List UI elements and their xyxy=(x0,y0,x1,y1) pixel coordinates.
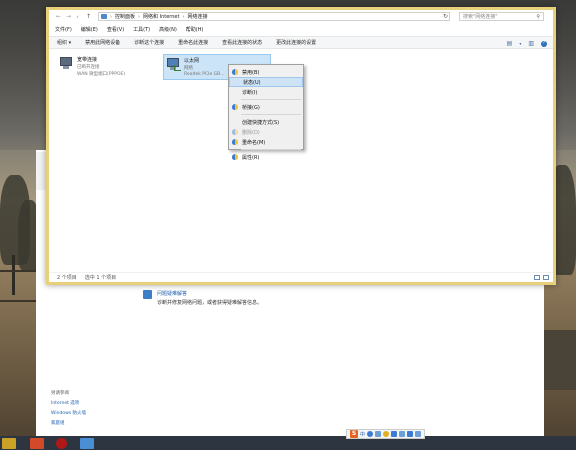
menu-separator xyxy=(241,149,301,150)
punctuation-icon[interactable] xyxy=(375,431,382,437)
forward-button[interactable]: → xyxy=(66,13,71,20)
broadband-connection-icon xyxy=(59,56,73,70)
emoji-icon[interactable] xyxy=(383,431,390,437)
tools-icon[interactable] xyxy=(415,431,422,437)
menu-item-delete: 删除(D) xyxy=(229,127,303,137)
keyboard-icon[interactable] xyxy=(399,431,406,437)
ethernet-connection-icon xyxy=(166,57,181,71)
breadcrumb-control-panel[interactable]: 控制面板 xyxy=(115,13,135,20)
menu-item-create-shortcut[interactable]: 创建快捷方式(S) xyxy=(229,117,303,127)
troubleshoot-link[interactable]: 问题疑难解答 xyxy=(157,290,187,297)
menu-item-disable[interactable]: 禁用(B) xyxy=(229,67,303,77)
organize-button[interactable]: 组织 ▾ xyxy=(57,39,71,46)
menu-edit[interactable]: 编辑(E) xyxy=(81,26,98,33)
building xyxy=(540,330,576,390)
taskbar-folder-button[interactable] xyxy=(2,438,16,449)
change-view-icon[interactable]: ▤ xyxy=(507,40,513,47)
troubleshoot-icon xyxy=(143,290,152,299)
menu-separator xyxy=(241,114,301,115)
preview-pane-icon[interactable]: ▥ xyxy=(528,40,534,47)
windows-firewall-link[interactable]: Windows 防火墙 xyxy=(51,410,86,416)
breadcrumb-network-internet[interactable]: 网络和 Internet xyxy=(143,13,179,20)
back-button[interactable]: ← xyxy=(56,13,61,20)
menu-separator xyxy=(241,99,301,100)
connection-name: 宽带连接 xyxy=(77,57,98,63)
search-input[interactable]: 搜索"网络连接" ⚲ xyxy=(459,12,544,21)
menu-item-status[interactable]: 状态(U) xyxy=(229,77,303,87)
up-button[interactable]: ↑ xyxy=(86,13,91,20)
connection-status: 网络 xyxy=(184,66,193,71)
item-count: 2 个项目 xyxy=(57,275,77,281)
menu-view[interactable]: 查看(V) xyxy=(107,26,124,33)
help-icon[interactable]: ? xyxy=(541,40,547,47)
menu-item-bridge[interactable]: 桥接(G) xyxy=(229,102,303,112)
uac-shield-icon xyxy=(232,154,238,160)
uac-shield-icon xyxy=(232,139,238,145)
disable-device-button[interactable]: 禁用此网络设备 xyxy=(85,39,120,46)
menu-item-properties[interactable]: 属性(R) xyxy=(229,152,303,162)
microphone-icon[interactable] xyxy=(391,431,398,437)
ime-logo-icon[interactable]: S xyxy=(350,430,358,438)
change-settings-button[interactable]: 更改此连接的设置 xyxy=(276,39,316,46)
control-panel-icon xyxy=(101,14,107,19)
large-icons-view-icon[interactable] xyxy=(543,275,549,280)
view-status-button[interactable]: 查看此连接的状态 xyxy=(222,39,262,46)
uac-shield-icon xyxy=(232,104,238,110)
diagnose-connection-button[interactable]: 诊断这个连接 xyxy=(134,39,164,46)
moon-icon[interactable] xyxy=(367,431,374,437)
ime-language[interactable]: 中 xyxy=(360,431,365,438)
address-bar-row: ← → ∨ ↑ › 控制面板 › 网络和 Internet › 网络连接 ↻ 搜… xyxy=(49,10,553,23)
menu-file[interactable]: 文件(F) xyxy=(55,26,72,33)
taskbar-window-button[interactable] xyxy=(80,438,94,449)
internet-options-link[interactable]: Internet 选项 xyxy=(51,400,79,406)
status-bar: 2 个项目 选中 1 个项目 xyxy=(49,272,553,282)
connection-device: Realtek PCIe GB... xyxy=(184,72,225,77)
search-icon[interactable]: ⚲ xyxy=(536,14,540,20)
context-menu: 禁用(B) 状态(U) 诊断(I) 桥接(G) 创建快捷方式(S) 删除(D) … xyxy=(228,64,304,161)
connection-item-broadband[interactable]: 宽带连接 已断开连接 WAN 微型端口(PPPOE) xyxy=(59,56,125,77)
details-view-icon[interactable] xyxy=(534,275,540,280)
system-tray: S 中 xyxy=(346,429,426,439)
homegroup-link[interactable]: 家庭组 xyxy=(51,420,65,426)
connection-device: WAN 微型端口(PPPOE) xyxy=(77,72,126,77)
breadcrumb-network-connections[interactable]: 网络连接 xyxy=(187,13,207,20)
uac-shield-icon xyxy=(232,69,238,75)
selected-count: 选中 1 个项目 xyxy=(84,275,117,281)
search-placeholder: 搜索"网络连接" xyxy=(463,14,498,20)
menu-item-diagnose[interactable]: 诊断(I) xyxy=(229,87,303,97)
menu-advanced[interactable]: 高级(N) xyxy=(159,26,177,33)
rename-connection-button[interactable]: 重命名此连接 xyxy=(178,39,208,46)
menu-tools[interactable]: 工具(T) xyxy=(133,26,150,33)
command-bar: 组织 ▾ 禁用此网络设备 诊断这个连接 重命名此连接 查看此连接的状态 更改此连… xyxy=(49,36,553,49)
menu-bar: 文件(F) 编辑(E) 查看(V) 工具(T) 高级(N) 帮助(H) xyxy=(49,24,553,34)
troubleshoot-description: 诊断并修复网络问题，或者获得疑难解答信息。 xyxy=(157,300,263,306)
taskbar-record-button[interactable] xyxy=(56,438,67,449)
refresh-icon[interactable]: ↻ xyxy=(443,13,448,20)
see-also-heading: 另请参阅 xyxy=(51,391,69,396)
shirt-icon[interactable] xyxy=(407,431,414,437)
menu-item-rename[interactable]: 重命名(M) xyxy=(229,137,303,147)
recent-locations-button[interactable]: ∨ xyxy=(76,13,79,20)
address-bar[interactable]: › 控制面板 › 网络和 Internet › 网络连接 xyxy=(98,12,450,21)
taskbar-app-button[interactable] xyxy=(30,438,44,449)
view-dropdown-icon[interactable]: ▾ xyxy=(519,41,521,46)
connection-status: 已断开连接 xyxy=(77,65,100,70)
connection-name: 以太网 xyxy=(184,58,200,64)
menu-help[interactable]: 帮助(H) xyxy=(186,26,204,33)
uac-shield-icon xyxy=(232,129,238,135)
